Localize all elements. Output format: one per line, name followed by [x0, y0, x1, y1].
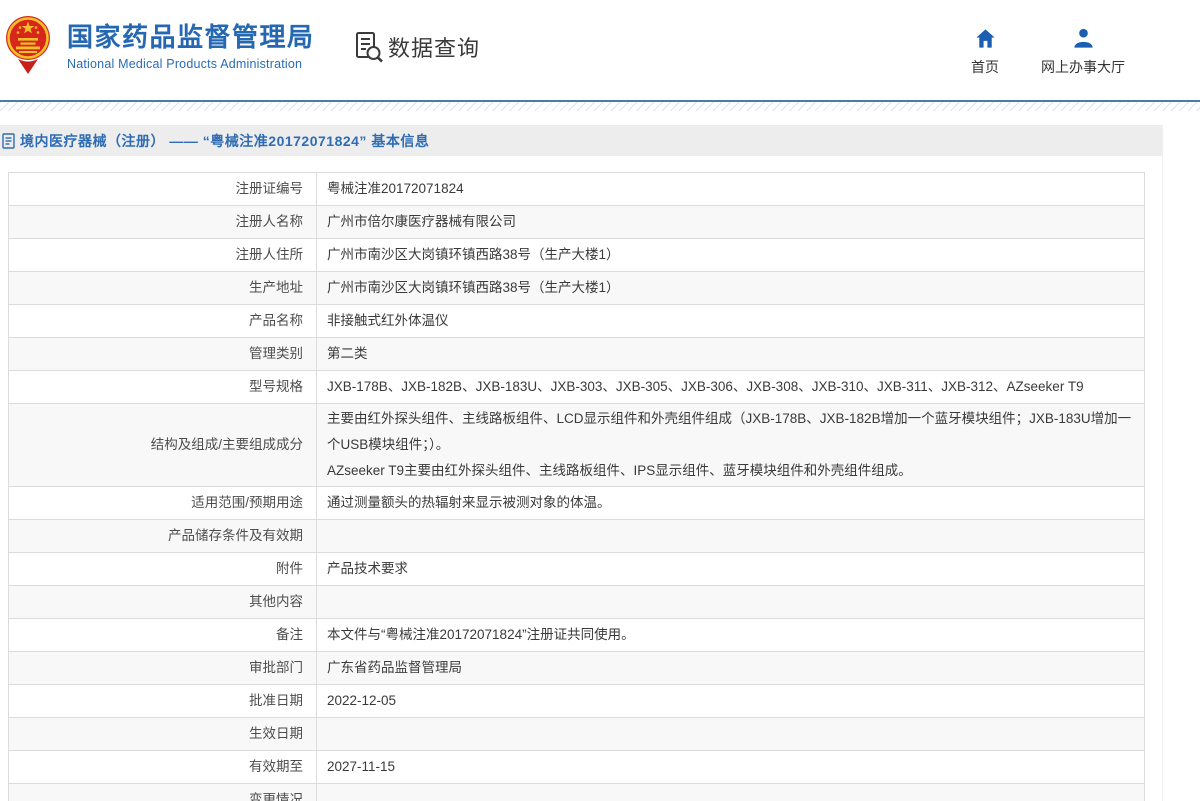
table-row: 变更情况	[9, 784, 1145, 801]
org-title: 国家药品监督管理局	[67, 22, 315, 53]
national-emblem-icon	[5, 14, 51, 76]
row-value: 粤械注准20172071824	[317, 173, 1145, 206]
table-row: 批准日期 2022-12-05	[9, 685, 1145, 718]
registration-info-table: 注册证编号 粤械注准20172071824 注册人名称 广州市倍尔康医疗器械有限…	[8, 172, 1145, 801]
row-value: 广东省药品监督管理局	[317, 652, 1145, 685]
row-value: 2027-11-15	[317, 751, 1145, 784]
header-nav: 首页 网上办事大厅	[971, 27, 1125, 77]
org-subtitle: National Medical Products Administration	[67, 57, 315, 71]
page-title-bar: 境内医疗器械（注册） —— “粤械注准20172071824” 基本信息	[0, 125, 1162, 156]
row-value: 广州市倍尔康医疗器械有限公司	[317, 206, 1145, 239]
row-value	[317, 784, 1145, 801]
row-label: 附件	[9, 553, 317, 586]
row-value: 非接触式红外体温仪	[317, 305, 1145, 338]
home-icon	[974, 27, 997, 50]
row-label: 其他内容	[9, 586, 317, 619]
row-label: 结构及组成/主要组成成分	[9, 404, 317, 487]
row-value	[317, 586, 1145, 619]
table-row: 有效期至 2027-11-15	[9, 751, 1145, 784]
table-row: 适用范围/预期用途 通过测量额头的热辐射来显示被测对象的体温。	[9, 487, 1145, 520]
header-hatch-band	[0, 102, 1200, 111]
table-row: 审批部门 广东省药品监督管理局	[9, 652, 1145, 685]
table-row: 产品名称 非接触式红外体温仪	[9, 305, 1145, 338]
nav-home[interactable]: 首页	[971, 27, 999, 77]
row-label: 产品储存条件及有效期	[9, 520, 317, 553]
row-value	[317, 718, 1145, 751]
page-title: 境内医疗器械（注册） —— “粤械注准20172071824” 基本信息	[20, 131, 429, 151]
nmpa-logo[interactable]: 国家药品监督管理局 National Medical Products Admi…	[5, 14, 315, 76]
table-row: 产品储存条件及有效期	[9, 520, 1145, 553]
document-search-icon	[355, 31, 383, 63]
row-label: 生产地址	[9, 272, 317, 305]
row-value: 第二类	[317, 338, 1145, 371]
row-label: 生效日期	[9, 718, 317, 751]
row-label: 管理类别	[9, 338, 317, 371]
table-row: 注册人名称 广州市倍尔康医疗器械有限公司	[9, 206, 1145, 239]
table-row: 其他内容	[9, 586, 1145, 619]
org-text: 国家药品监督管理局 National Medical Products Admi…	[67, 14, 315, 71]
nav-service-hall-label: 网上办事大厅	[1041, 57, 1125, 77]
user-icon	[1072, 27, 1095, 50]
row-label: 批准日期	[9, 685, 317, 718]
table-row: 结构及组成/主要组成成分 主要由红外探头组件、主线路板组件、LCD显示组件和外壳…	[9, 404, 1145, 487]
row-label: 变更情况	[9, 784, 317, 801]
table-row: 生效日期	[9, 718, 1145, 751]
row-value: 2022-12-05	[317, 685, 1145, 718]
table-row: 管理类别 第二类	[9, 338, 1145, 371]
info-table-body: 注册证编号 粤械注准20172071824 注册人名称 广州市倍尔康医疗器械有限…	[9, 173, 1145, 801]
row-value: 广州市南沙区大岗镇环镇西路38号（生产大楼1）	[317, 239, 1145, 272]
nav-service-hall[interactable]: 网上办事大厅	[1041, 27, 1125, 77]
table-row: 附件 产品技术要求	[9, 553, 1145, 586]
row-label: 备注	[9, 619, 317, 652]
row-label: 注册人名称	[9, 206, 317, 239]
row-label: 有效期至	[9, 751, 317, 784]
row-label: 适用范围/预期用途	[9, 487, 317, 520]
nav-home-label: 首页	[971, 57, 999, 77]
row-value: 产品技术要求	[317, 553, 1145, 586]
site-header: 国家药品监督管理局 National Medical Products Admi…	[0, 0, 1200, 100]
row-label: 产品名称	[9, 305, 317, 338]
table-row: 生产地址 广州市南沙区大岗镇环镇西路38号（生产大楼1）	[9, 272, 1145, 305]
page-doc-icon	[2, 133, 16, 149]
row-value	[317, 520, 1145, 553]
row-value: 通过测量额头的热辐射来显示被测对象的体温。	[317, 487, 1145, 520]
table-row: 注册证编号 粤械注准20172071824	[9, 173, 1145, 206]
row-label: 注册证编号	[9, 173, 317, 206]
row-label: 审批部门	[9, 652, 317, 685]
table-row: 备注 本文件与“粤械注准20172071824”注册证共同使用。	[9, 619, 1145, 652]
data-query-label: 数据查询	[388, 31, 480, 63]
table-row: 注册人住所 广州市南沙区大岗镇环镇西路38号（生产大楼1）	[9, 239, 1145, 272]
row-label: 注册人住所	[9, 239, 317, 272]
table-row: 型号规格 JXB-178B、JXB-182B、JXB-183U、JXB-303、…	[9, 371, 1145, 404]
row-value: 广州市南沙区大岗镇环镇西路38号（生产大楼1）	[317, 272, 1145, 305]
content-container: 境内医疗器械（注册） —— “粤械注准20172071824” 基本信息 注册证…	[0, 125, 1163, 801]
row-label: 型号规格	[9, 371, 317, 404]
row-value: JXB-178B、JXB-182B、JXB-183U、JXB-303、JXB-3…	[317, 371, 1145, 404]
row-value: 主要由红外探头组件、主线路板组件、LCD显示组件和外壳组件组成（JXB-178B…	[317, 404, 1145, 487]
data-query-section[interactable]: 数据查询	[355, 31, 480, 63]
row-value: 本文件与“粤械注准20172071824”注册证共同使用。	[317, 619, 1145, 652]
